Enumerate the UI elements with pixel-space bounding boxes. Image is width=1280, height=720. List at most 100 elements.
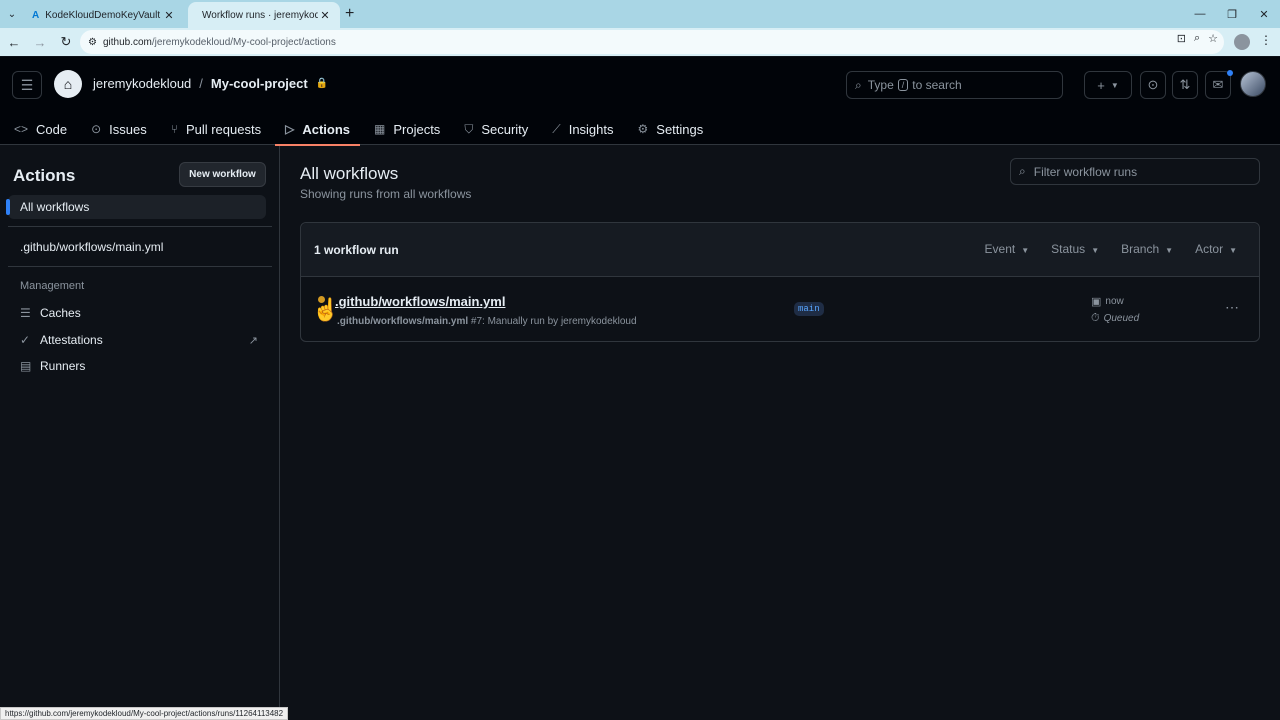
- sidebar-item-attestations[interactable]: ✓ Attestations ↗: [8, 328, 266, 352]
- filter-workflow-runs-input[interactable]: ⌕ Filter workflow runs: [1010, 158, 1260, 185]
- create-new-button[interactable]: + ▼: [1084, 71, 1132, 99]
- browser-tabstrip: ⌄ A KodeKloudDemoKeyVault - Mic ✕ Workfl…: [0, 0, 1280, 28]
- tab-search-icon[interactable]: ⌄: [4, 6, 20, 22]
- sidebar-item-workflow-main[interactable]: .github/workflows/main.yml: [8, 235, 266, 259]
- browser-tab-keyvault[interactable]: A KodeKloudDemoKeyVault - Mic ✕: [24, 2, 184, 28]
- filter-label: Event: [984, 242, 1016, 256]
- tab-actions[interactable]: ▷ Actions: [275, 113, 360, 146]
- run-time-label: now: [1105, 296, 1124, 307]
- actions-sidebar: Actions New workflow All workflows .gith…: [0, 146, 280, 720]
- install-app-icon[interactable]: ⊡: [1177, 32, 1186, 45]
- github-logo-icon[interactable]: ⌂: [54, 70, 82, 98]
- run-meta: .github/workflows/main.yml #7: Manually …: [337, 316, 637, 327]
- tab-label: Code: [36, 121, 68, 137]
- issue-icon: ⊙: [91, 122, 102, 136]
- repo-name-link[interactable]: My-cool-project: [211, 76, 308, 91]
- workflow-run-row[interactable]: .github/workflows/main.yml .github/workf…: [301, 277, 1259, 341]
- tab-label: Pull requests: [185, 121, 262, 137]
- sidebar-item-label: Attestations: [40, 333, 103, 347]
- user-avatar[interactable]: [1240, 71, 1266, 97]
- tab-security[interactable]: ⛉ Security: [454, 113, 538, 145]
- hamburger-menu-icon[interactable]: ☰: [12, 71, 42, 99]
- close-window-icon[interactable]: ✕: [1248, 0, 1280, 28]
- issues-icon[interactable]: ⊙: [1140, 71, 1166, 99]
- tab-label: Settings: [656, 121, 704, 137]
- run-title-link[interactable]: .github/workflows/main.yml: [335, 294, 505, 309]
- github-header: ☰ ⌂ jeremykodekloud / My-cool-project 🔒 …: [0, 57, 1280, 146]
- sidebar-item-all-workflows[interactable]: All workflows: [6, 195, 266, 219]
- tab-title: KodeKloudDemoKeyVault - Mic: [45, 9, 162, 21]
- tab-insights[interactable]: ⟋ Insights: [542, 113, 623, 145]
- reload-icon[interactable]: ↻: [54, 30, 78, 54]
- stopwatch-icon: ⏱: [1091, 312, 1100, 324]
- close-tab-icon[interactable]: ✕: [162, 9, 176, 22]
- url-path: /jeremykodekloud/My-cool-project/actions: [151, 36, 336, 48]
- browser-menu-icon[interactable]: ⋮: [1260, 33, 1272, 47]
- code-icon: <>: [14, 122, 29, 136]
- repo-nav: <> Code ⊙ Issues ⑂ Pull requests ▷ Actions ▦…: [0, 113, 714, 146]
- page-subtitle: Showing runs from all workflows: [300, 187, 472, 201]
- page-title: All workflows: [300, 164, 399, 183]
- graph-icon: ⟋: [552, 121, 561, 136]
- tab-code[interactable]: <> Code: [4, 113, 77, 145]
- filter-actor-dropdown[interactable]: Actor ▼: [1195, 242, 1237, 256]
- tab-label: Insights: [568, 121, 614, 137]
- run-options-kebab-icon[interactable]: ⋯: [1225, 299, 1240, 316]
- sidebar-divider: [8, 266, 272, 267]
- tab-settings[interactable]: ⚙ Settings: [628, 113, 714, 145]
- minimize-icon[interactable]: —: [1184, 0, 1216, 28]
- search-text-before: Type: [867, 78, 894, 92]
- zoom-icon[interactable]: ⌕: [1194, 32, 1200, 45]
- address-bar[interactable]: ⚙ github.com/jeremykodekloud/My-cool-pro…: [80, 30, 1224, 54]
- play-icon: ▷: [285, 122, 295, 136]
- runs-list-header: 1 workflow run Event ▼ Status ▼ Branch ▼ Ac…: [301, 223, 1259, 277]
- address-bar-actions: ⊡ ⌕ ☆: [1177, 32, 1218, 45]
- global-search-input[interactable]: ⌕ Type / to search: [846, 71, 1063, 99]
- tab-label: Issues: [109, 121, 147, 137]
- restore-icon[interactable]: ❐: [1216, 0, 1248, 28]
- run-status: ⏱ Queued: [1091, 312, 1139, 325]
- filter-event-dropdown[interactable]: Event ▼: [985, 242, 1030, 256]
- run-status-label: Queued: [1103, 313, 1140, 324]
- workflow-runs-list: 1 workflow run Event ▼ Status ▼ Branch ▼ Ac…: [300, 222, 1260, 342]
- caret-down-icon: ▼: [1091, 246, 1100, 255]
- lock-icon: 🔒: [315, 78, 329, 89]
- branch-tag[interactable]: main: [794, 302, 824, 316]
- run-count: 1 workflow run: [314, 243, 399, 257]
- filter-label: Branch: [1121, 242, 1160, 256]
- pull-requests-icon[interactable]: ⇅: [1172, 71, 1198, 99]
- site-info-icon[interactable]: ⚙: [88, 37, 97, 48]
- tab-label: Actions: [302, 121, 350, 137]
- bookmark-star-icon[interactable]: ☆: [1208, 32, 1218, 45]
- run-meta-file: .github/workflows/main.yml: [337, 316, 469, 327]
- tab-projects[interactable]: ▦ Projects: [364, 113, 450, 145]
- breadcrumb-separator: /: [199, 76, 203, 91]
- hand-pointer-cursor-icon: ☝: [312, 297, 340, 322]
- tab-issues[interactable]: ⊙ Issues: [81, 113, 157, 145]
- browser-profile-icon[interactable]: [1234, 34, 1250, 50]
- server-icon: ▤: [20, 359, 32, 373]
- url-host: github.com: [102, 36, 152, 48]
- forward-icon[interactable]: →: [28, 30, 52, 54]
- new-tab-icon[interactable]: +: [345, 5, 354, 23]
- window-controls: — ❐ ✕: [1184, 0, 1280, 28]
- close-tab-icon[interactable]: ✕: [318, 9, 332, 22]
- table-icon: ▦: [374, 122, 386, 136]
- caret-down-icon: ▼: [1229, 246, 1237, 255]
- sidebar-title: Actions: [13, 166, 76, 185]
- tab-label: Projects: [393, 121, 441, 137]
- tab-pull-requests[interactable]: ⑂ Pull requests: [161, 113, 271, 145]
- sidebar-item-caches[interactable]: ☰ Caches: [8, 301, 266, 325]
- sidebar-item-runners[interactable]: ▤ Runners: [8, 354, 266, 378]
- new-workflow-button[interactable]: New workflow: [179, 162, 266, 187]
- caret-down-icon: ▼: [1165, 246, 1174, 255]
- back-icon[interactable]: ←: [2, 30, 26, 54]
- sidebar-item-label: Caches: [40, 306, 81, 320]
- sidebar-item-label: .github/workflows/main.yml: [20, 240, 164, 254]
- filter-status-dropdown[interactable]: Status ▼: [1051, 242, 1099, 256]
- filter-placeholder: Filter workflow runs: [1033, 164, 1138, 179]
- browser-tab-workflow-runs[interactable]: Workflow runs · jeremykodeklo ✕: [188, 2, 340, 28]
- repo-owner-link[interactable]: jeremykodekloud: [93, 76, 191, 91]
- breadcrumb: jeremykodekloud / My-cool-project 🔒: [93, 76, 328, 91]
- filter-branch-dropdown[interactable]: Branch ▼: [1121, 242, 1173, 256]
